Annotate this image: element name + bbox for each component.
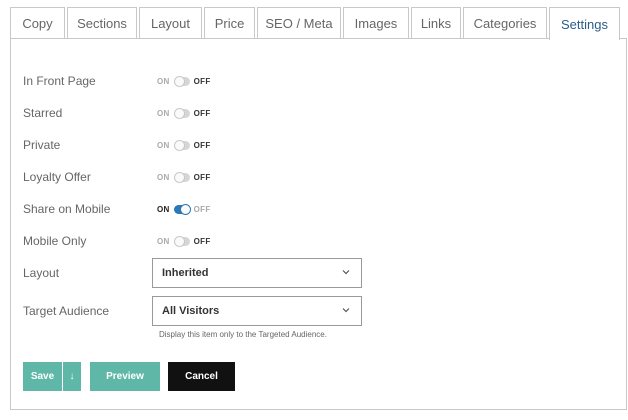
tab-categories[interactable]: Categories	[463, 7, 547, 39]
toggle-knob	[173, 107, 185, 119]
setting-row-loyalty-offer: Loyalty Offer ON OFF	[23, 167, 211, 187]
toggle-knob	[173, 171, 185, 183]
settings-panel: In Front Page ON OFF Starred ON OFF Priv…	[10, 38, 627, 410]
starred-toggle[interactable]: ON OFF	[157, 107, 211, 119]
cancel-button[interactable]: Cancel	[168, 362, 235, 391]
setting-label: Mobile Only	[23, 234, 87, 248]
setting-row-share-on-mobile: Share on Mobile ON OFF	[23, 199, 211, 219]
layout-select-value: Inherited	[162, 267, 209, 279]
toggle-on-text: ON	[157, 76, 170, 86]
private-toggle[interactable]: ON OFF	[157, 139, 211, 151]
share-on-mobile-toggle[interactable]: ON OFF	[157, 203, 211, 215]
tab-price[interactable]: Price	[204, 7, 255, 39]
setting-label: In Front Page	[23, 74, 96, 88]
tab-sections[interactable]: Sections	[67, 7, 137, 39]
mobile-only-toggle[interactable]: ON OFF	[157, 235, 211, 247]
toggle-off-text: OFF	[193, 108, 211, 118]
toggle-knob	[173, 235, 185, 247]
toggle-off-text: OFF	[193, 76, 211, 86]
setting-row-mobile-only: Mobile Only ON OFF	[23, 231, 211, 251]
tab-seo-meta[interactable]: SEO / Meta	[257, 7, 341, 39]
tab-bar: Copy Sections Layout Price SEO / Meta Im…	[10, 7, 622, 40]
toggle-off-text: OFF	[193, 236, 211, 246]
tab-layout[interactable]: Layout	[139, 7, 202, 39]
preview-button[interactable]: Preview	[90, 362, 160, 391]
setting-row-starred: Starred ON OFF	[23, 103, 211, 123]
tab-images[interactable]: Images	[343, 7, 409, 39]
toggle-switch[interactable]	[173, 107, 190, 119]
toggle-knob	[173, 75, 185, 87]
setting-row-in-front-page: In Front Page ON OFF	[23, 71, 211, 91]
toggle-on-text: ON	[157, 172, 170, 182]
setting-label: Starred	[23, 106, 63, 120]
save-button[interactable]: Save	[23, 362, 62, 391]
target-audience-select-value: All Visitors	[162, 305, 220, 317]
loyalty-offer-toggle[interactable]: ON OFF	[157, 171, 211, 183]
setting-label: Private	[23, 138, 61, 152]
toggle-on-text: ON	[157, 236, 170, 246]
toggle-switch[interactable]	[173, 235, 190, 247]
target-audience-hint: Display this item only to the Targeted A…	[159, 330, 327, 339]
arrow-down-icon: ↓	[69, 371, 75, 382]
tab-links[interactable]: Links	[411, 7, 461, 39]
tab-copy[interactable]: Copy	[10, 7, 65, 39]
toggle-knob	[179, 203, 191, 215]
toggle-knob	[173, 139, 185, 151]
toggle-on-text: ON	[157, 108, 170, 118]
chevron-down-icon	[342, 308, 350, 313]
setting-row-layout: Layout	[23, 263, 157, 283]
save-menu-button[interactable]: ↓	[63, 362, 81, 391]
target-audience-label: Target Audience	[23, 304, 110, 318]
tab-settings[interactable]: Settings	[549, 7, 620, 40]
toggle-off-text: OFF	[193, 140, 211, 150]
layout-label: Layout	[23, 266, 60, 280]
toggle-switch[interactable]	[173, 75, 190, 87]
setting-row-private: Private ON OFF	[23, 135, 211, 155]
toggle-switch[interactable]	[173, 139, 190, 151]
toggle-on-text: ON	[157, 140, 170, 150]
toggle-on-text: ON	[157, 204, 170, 214]
layout-select[interactable]: Inherited	[152, 258, 362, 288]
toggle-off-text: OFF	[193, 204, 211, 214]
setting-label: Loyalty Offer	[23, 170, 91, 184]
target-audience-select[interactable]: All Visitors	[152, 296, 362, 326]
chevron-down-icon	[342, 270, 350, 275]
setting-row-target-audience: Target Audience	[23, 301, 157, 321]
toggle-switch[interactable]	[173, 171, 190, 183]
in-front-page-toggle[interactable]: ON OFF	[157, 75, 211, 87]
setting-label: Share on Mobile	[23, 202, 111, 216]
toggle-switch[interactable]	[173, 203, 191, 215]
toggle-off-text: OFF	[193, 172, 211, 182]
